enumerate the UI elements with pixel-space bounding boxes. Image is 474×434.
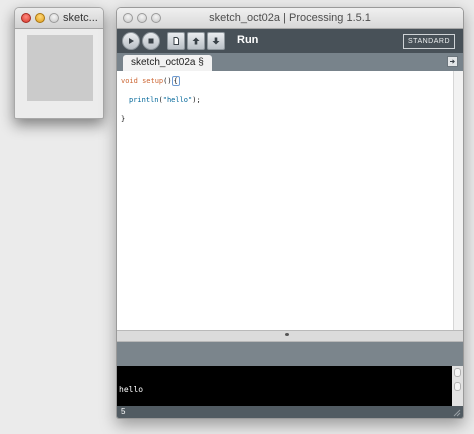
scroll-up-icon[interactable]: [454, 368, 461, 377]
processing-window: sketch_oct02a | Processing 1.5.1 Run STA…: [116, 7, 464, 419]
play-icon: [129, 38, 134, 44]
new-button[interactable]: [167, 32, 185, 50]
code-line-1: void setup(){: [121, 76, 180, 86]
main-window-title: sketch_oct02a | Processing 1.5.1: [209, 12, 371, 24]
sketch-window-title: sketc...: [63, 12, 98, 24]
line-number: 5: [121, 407, 126, 416]
console[interactable]: hello: [117, 366, 463, 406]
main-titlebar[interactable]: sketch_oct02a | Processing 1.5.1: [117, 8, 463, 29]
stop-icon: [148, 38, 154, 44]
editor-console-splitter[interactable]: [117, 330, 463, 342]
code-line-3: println("hello");: [129, 96, 201, 104]
toolbar: Run STANDARD: [117, 29, 463, 53]
console-scrollbar[interactable]: [452, 366, 463, 406]
minimize-button[interactable]: [35, 13, 45, 23]
arrow-right-icon: [450, 59, 455, 64]
code-paren-close: );: [192, 96, 201, 104]
toolbar-hover-label: Run: [237, 34, 259, 46]
code-keyword: void: [121, 77, 138, 85]
open-icon: [192, 37, 200, 45]
tab-bar: sketch_oct02a §: [117, 53, 463, 71]
message-area: [117, 342, 463, 366]
close-button[interactable]: [21, 13, 31, 23]
tab-menu-button[interactable]: [447, 56, 458, 67]
sketch-titlebar[interactable]: sketc...: [15, 8, 103, 29]
code-brace: }: [121, 115, 126, 123]
mode-button[interactable]: STANDARD: [403, 34, 455, 49]
run-button[interactable]: [122, 32, 140, 50]
save-icon: [212, 37, 220, 45]
code-editor[interactable]: void setup(){ println("hello"); }: [117, 71, 463, 330]
scroll-down-icon[interactable]: [454, 382, 461, 391]
sketch-canvas[interactable]: [27, 35, 93, 101]
code-parens: (): [163, 77, 172, 85]
console-output: hello: [119, 385, 144, 394]
stop-button[interactable]: [142, 32, 160, 50]
code-function: println: [129, 96, 159, 104]
editor-scrollbar[interactable]: [453, 71, 463, 330]
open-button[interactable]: [187, 32, 205, 50]
code-line-5: }: [121, 115, 125, 123]
status-bar: 5: [117, 406, 463, 418]
resize-grip-icon[interactable]: [453, 409, 461, 417]
zoom-button[interactable]: [49, 13, 59, 23]
splitter-handle-icon: [285, 333, 289, 336]
save-button[interactable]: [207, 32, 225, 50]
new-file-icon: [173, 37, 179, 45]
code-function: setup: [142, 77, 164, 85]
sketch-window: sketc...: [14, 7, 104, 119]
tab-sketch[interactable]: sketch_oct02a §: [123, 55, 212, 71]
code-string: "hello": [162, 96, 193, 104]
code-brace-highlight: {: [171, 76, 180, 86]
